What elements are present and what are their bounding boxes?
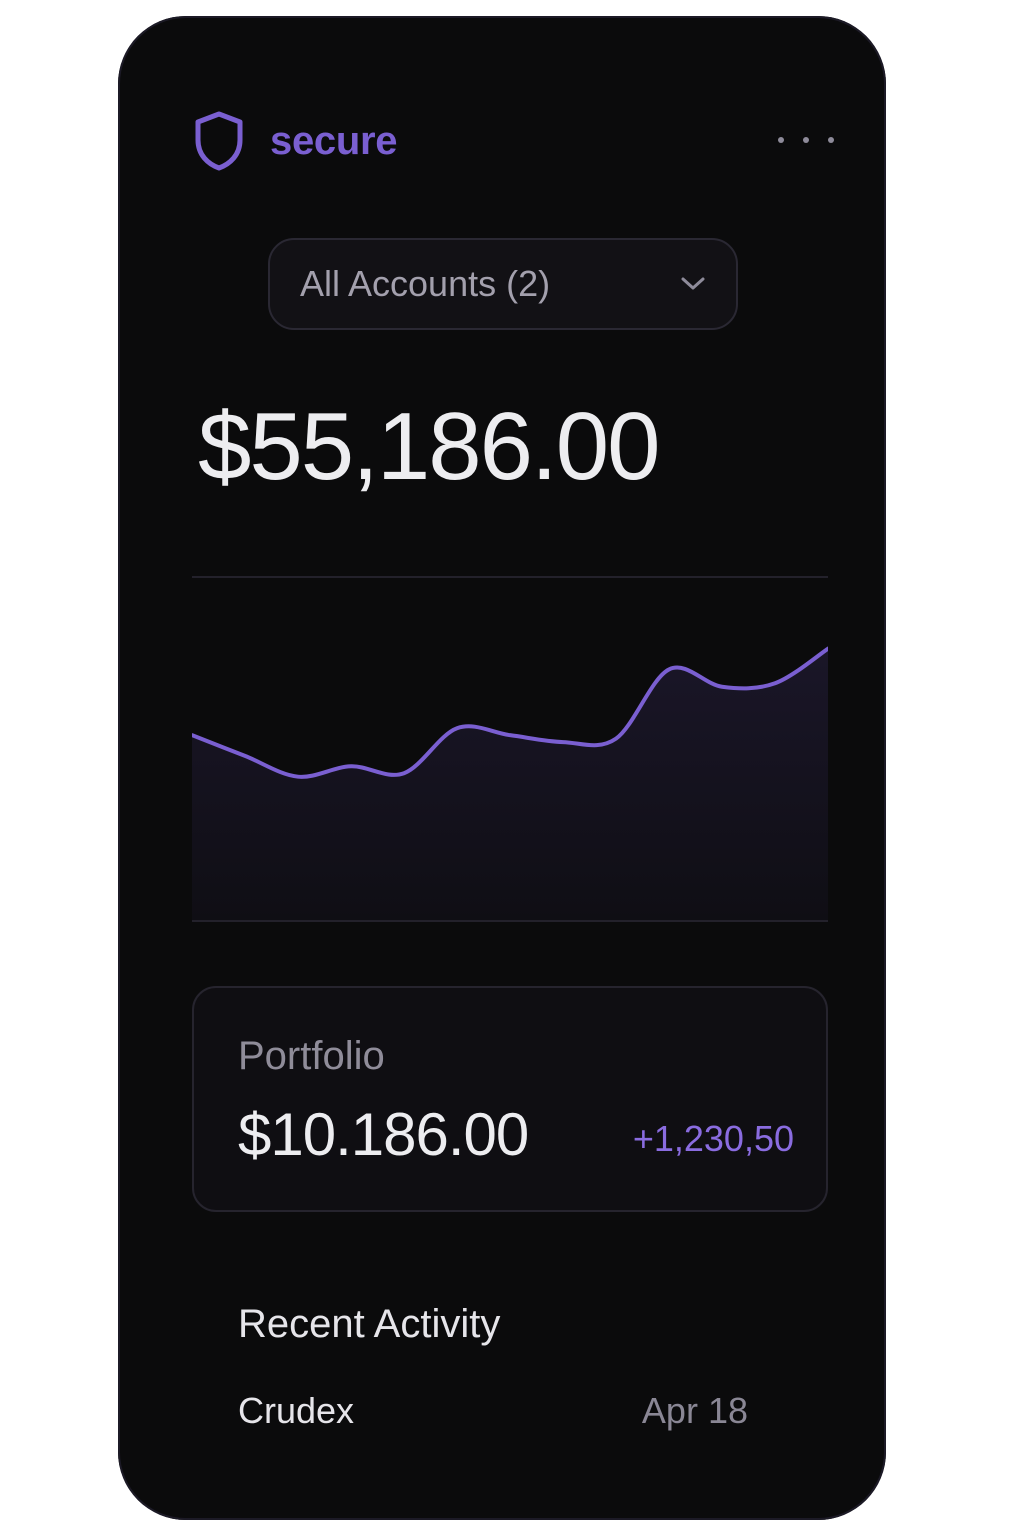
balance-chart xyxy=(192,576,828,922)
recent-activity-title: Recent Activity xyxy=(238,1302,501,1346)
portfolio-label: Portfolio xyxy=(238,1034,385,1078)
more-horizontal-icon xyxy=(778,137,784,143)
chevron-down-icon xyxy=(681,277,705,290)
activity-item-name: Crudex xyxy=(238,1390,355,1431)
account-selector-label: All Accounts (2) xyxy=(300,263,551,304)
phone-screen: secure All Accounts (2) $55,186.00 Portf… xyxy=(118,16,886,1520)
portfolio-card[interactable]: Portfolio $10.186.00 +1,230,50 xyxy=(192,986,828,1212)
shield-icon xyxy=(195,111,243,171)
activity-item[interactable]: Crudex Apr 18 xyxy=(238,1386,748,1436)
brand: secure xyxy=(194,110,397,172)
more-options-button[interactable] xyxy=(778,128,834,152)
brand-name: secure xyxy=(270,118,398,163)
portfolio-value: $10.186.00 xyxy=(238,1101,529,1168)
portfolio-change: +1,230,50 xyxy=(632,1118,794,1159)
chart-svg xyxy=(192,576,828,922)
account-selector[interactable]: All Accounts (2) xyxy=(268,238,738,330)
activity-item-date: Apr 18 xyxy=(641,1390,748,1431)
total-balance: $55,186.00 xyxy=(198,393,660,500)
